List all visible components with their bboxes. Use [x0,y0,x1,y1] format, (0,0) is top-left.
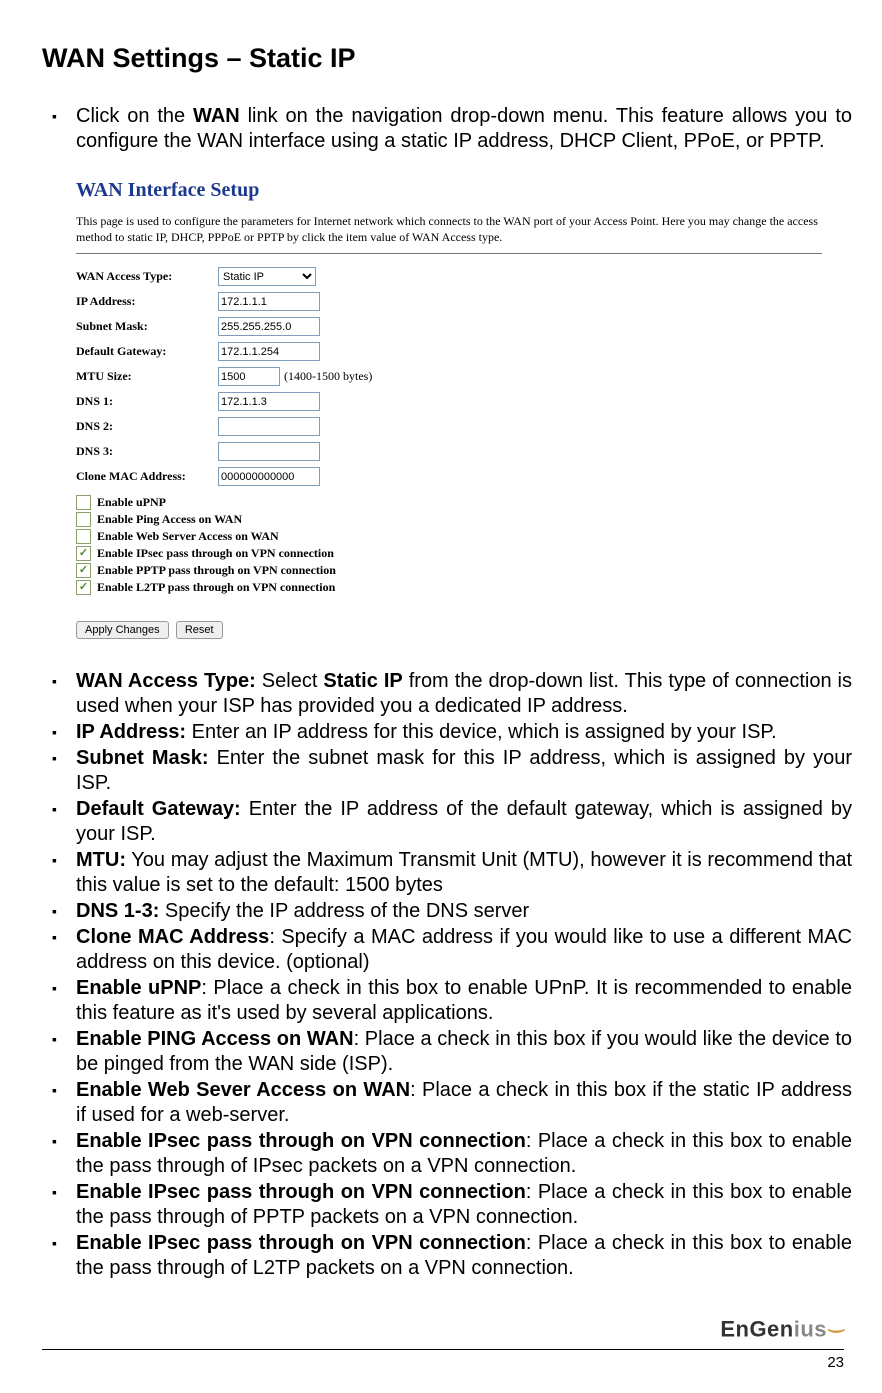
scr-desc: This page is used to configure the param… [76,213,822,251]
desc-b: Enable IPsec pass through on VPN connect… [76,1130,526,1152]
button-group: Apply Changes Reset [76,621,822,639]
label-ip: IP Address: [76,289,218,314]
scr-title: WAN Interface Setup [76,178,822,203]
intro-pre: Click on the [76,105,193,127]
cbx-web-row: Enable Web Server Access on WAN [76,529,822,544]
clone-mac-input[interactable] [218,467,320,486]
cbx-ping[interactable] [76,512,91,527]
desc-b2: Static IP [323,670,402,692]
desc-b: Default Gateway: [76,798,241,820]
desc-item-subnet: Subnet Mask: Enter the subnet mask for t… [76,746,852,796]
cbx-ping-row: Enable Ping Access on WAN [76,512,822,527]
cbx-ipsec-row: Enable IPsec pass through on VPN connect… [76,546,822,561]
apply-button[interactable]: Apply Changes [76,621,169,639]
footer: EnGenius‿ 23 [42,1311,852,1373]
desc-item-mtu: MTU: You may adjust the Maximum Transmit… [76,848,852,898]
intro-link: WAN [193,105,240,127]
desc-b: DNS 1-3: [76,900,159,922]
label-dns1: DNS 1: [76,389,218,414]
desc-item-upnp: Enable uPNP: Place a check in this box t… [76,976,852,1026]
desc-b: Enable PING Access on WAN [76,1028,354,1050]
ip-input[interactable] [218,292,320,311]
logo-icon: ‿ [829,1312,844,1332]
wan-form: WAN Access Type: Static IP IP Address: S… [76,264,376,489]
cbx-upnp-row: Enable uPNP [76,495,822,510]
cbx-web[interactable] [76,529,91,544]
desc-b: WAN Access Type: [76,670,256,692]
gateway-input[interactable] [218,342,320,361]
desc-item-dns: DNS 1-3: Specify the IP address of the D… [76,899,852,924]
desc-item-ipsec: Enable IPsec pass through on VPN connect… [76,1129,852,1179]
desc-list: WAN Access Type: Select Static IP from t… [42,669,852,1281]
logo: EnGenius‿ [720,1311,844,1343]
subnet-input[interactable] [218,317,320,336]
desc-t: You may adjust the Maximum Transmit Unit… [76,849,852,896]
dns1-input[interactable] [218,392,320,411]
desc-b: IP Address: [76,721,186,743]
label-clone: Clone MAC Address: [76,464,218,489]
label-subnet: Subnet Mask: [76,314,218,339]
scr-divider [76,253,822,254]
cbx-l2tp-label: Enable L2TP pass through on VPN connecti… [97,580,335,595]
reset-button[interactable]: Reset [176,621,223,639]
cbx-pptp-label: Enable PPTP pass through on VPN connecti… [97,563,336,578]
label-dns2: DNS 2: [76,414,218,439]
cbx-pptp-row: Enable PPTP pass through on VPN connecti… [76,563,822,578]
label-dns3: DNS 3: [76,439,218,464]
desc-item-ip: IP Address: Enter an IP address for this… [76,720,852,745]
desc-t: Specify the IP address of the DNS server [159,900,529,922]
desc-b: Clone MAC Address [76,926,269,948]
cbx-ipsec-label: Enable IPsec pass through on VPN connect… [97,546,334,561]
cbx-upnp-label: Enable uPNP [97,495,166,510]
logo-b: ius [794,1316,827,1341]
desc-b: Enable Web Sever Access on WAN [76,1079,410,1101]
cbx-upnp[interactable] [76,495,91,510]
desc-t: Enter an IP address for this device, whi… [186,721,777,743]
desc-item-gateway: Default Gateway: Enter the IP address of… [76,797,852,847]
logo-a: EnGen [720,1316,793,1341]
footer-divider [42,1349,844,1350]
cbx-web-label: Enable Web Server Access on WAN [97,529,279,544]
cbx-pptp[interactable] [76,563,91,578]
label-access: WAN Access Type: [76,264,218,289]
dns2-input[interactable] [218,417,320,436]
intro-item: Click on the WAN link on the navigation … [76,104,852,154]
wan-setup-screenshot: WAN Interface Setup This page is used to… [76,178,822,639]
label-gateway: Default Gateway: [76,339,218,364]
desc-item-pptp: Enable IPsec pass through on VPN connect… [76,1180,852,1230]
mtu-hint: (1400-1500 bytes) [280,369,372,383]
label-mtu: MTU Size: [76,364,218,389]
page-title: WAN Settings – Static IP [42,42,852,76]
dns3-input[interactable] [218,442,320,461]
wan-access-select[interactable]: Static IP [218,267,316,286]
desc-item-clone: Clone MAC Address: Specify a MAC address… [76,925,852,975]
desc-b: MTU: [76,849,126,871]
desc-b: Subnet Mask: [76,747,209,769]
desc-item-l2tp: Enable IPsec pass through on VPN connect… [76,1231,852,1281]
cbx-ipsec[interactable] [76,546,91,561]
cbx-l2tp[interactable] [76,580,91,595]
mtu-input[interactable] [218,367,280,386]
desc-b: Enable uPNP [76,977,201,999]
desc-t: Select [256,670,324,692]
desc-item-web: Enable Web Sever Access on WAN: Place a … [76,1078,852,1128]
cbx-l2tp-row: Enable L2TP pass through on VPN connecti… [76,580,822,595]
desc-item-ping: Enable PING Access on WAN: Place a check… [76,1027,852,1077]
desc-item-access: WAN Access Type: Select Static IP from t… [76,669,852,719]
desc-b: Enable IPsec pass through on VPN connect… [76,1232,526,1254]
cbx-ping-label: Enable Ping Access on WAN [97,512,242,527]
desc-b: Enable IPsec pass through on VPN connect… [76,1181,526,1203]
intro-list: Click on the WAN link on the navigation … [42,104,852,154]
page-number: 23 [42,1354,844,1373]
